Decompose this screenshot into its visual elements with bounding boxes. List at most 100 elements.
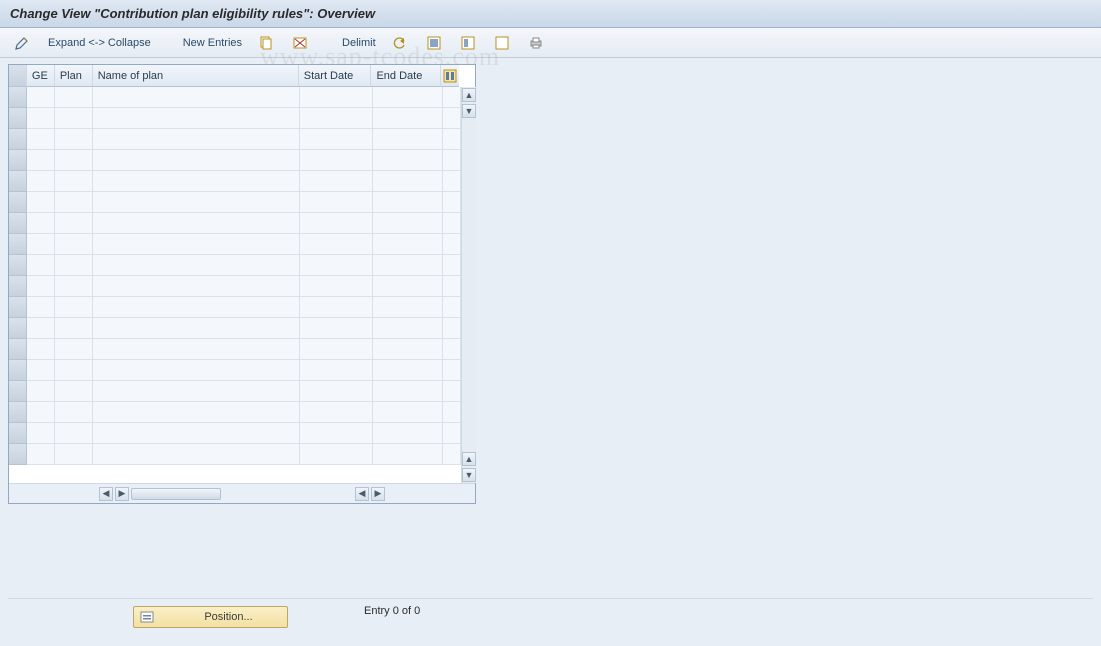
cell-start-date[interactable] [300,423,373,444]
select-block-button[interactable] [454,32,484,54]
cell-name[interactable] [93,171,300,192]
cell-end-date[interactable] [373,108,443,129]
cell-start-date[interactable] [300,318,373,339]
cell-plan[interactable] [55,129,93,150]
cell-end-date[interactable] [373,381,443,402]
cell-plan[interactable] [55,318,93,339]
cell-plan[interactable] [55,339,93,360]
row-selector[interactable] [9,171,27,192]
row-selector[interactable] [9,297,27,318]
deselect-all-button[interactable] [488,32,518,54]
cell-end-date[interactable] [373,234,443,255]
row-selector[interactable] [9,360,27,381]
table-row[interactable] [9,339,461,360]
cell-start-date[interactable] [300,234,373,255]
cell-end-date[interactable] [373,444,443,465]
cell-plan[interactable] [55,360,93,381]
cell-end-date[interactable] [373,87,443,108]
cell-ge[interactable] [27,444,55,465]
cell-name[interactable] [93,87,300,108]
cell-ge[interactable] [27,129,55,150]
row-selector[interactable] [9,339,27,360]
cell-ge[interactable] [27,381,55,402]
row-selector[interactable] [9,423,27,444]
cell-end-date[interactable] [373,171,443,192]
cell-plan[interactable] [55,255,93,276]
cell-ge[interactable] [27,360,55,381]
table-settings-button[interactable] [441,65,459,87]
print-button[interactable] [522,32,552,54]
cell-ge[interactable] [27,234,55,255]
scroll-left-page-button[interactable]: ◀ [355,487,369,501]
cell-end-date[interactable] [373,402,443,423]
cell-name[interactable] [93,276,300,297]
cell-end-date[interactable] [373,318,443,339]
column-header-name[interactable]: Name of plan [93,65,299,87]
cell-plan[interactable] [55,297,93,318]
cell-ge[interactable] [27,108,55,129]
row-selector-header[interactable] [9,65,27,87]
cell-start-date[interactable] [300,360,373,381]
cell-name[interactable] [93,381,300,402]
cell-name[interactable] [93,129,300,150]
cell-ge[interactable] [27,150,55,171]
cell-plan[interactable] [55,444,93,465]
cell-ge[interactable] [27,297,55,318]
cell-start-date[interactable] [300,213,373,234]
table-row[interactable] [9,108,461,129]
row-selector[interactable] [9,87,27,108]
cell-plan[interactable] [55,171,93,192]
scroll-left-button[interactable]: ◀ [99,487,113,501]
cell-ge[interactable] [27,171,55,192]
row-selector[interactable] [9,234,27,255]
scroll-right-page-button[interactable]: ▶ [371,487,385,501]
cell-end-date[interactable] [373,150,443,171]
cell-name[interactable] [93,297,300,318]
cell-ge[interactable] [27,213,55,234]
cell-ge[interactable] [27,87,55,108]
cell-start-date[interactable] [300,381,373,402]
cell-plan[interactable] [55,423,93,444]
cell-end-date[interactable] [373,297,443,318]
scroll-right-button[interactable]: ▶ [115,487,129,501]
cell-plan[interactable] [55,192,93,213]
select-all-button[interactable] [420,32,450,54]
expand-collapse-button[interactable]: Expand <-> Collapse [42,32,157,54]
row-selector[interactable] [9,150,27,171]
row-selector[interactable] [9,318,27,339]
cell-start-date[interactable] [300,108,373,129]
cell-end-date[interactable] [373,192,443,213]
table-row[interactable] [9,171,461,192]
table-row[interactable] [9,129,461,150]
cell-start-date[interactable] [300,150,373,171]
cell-ge[interactable] [27,339,55,360]
cell-start-date[interactable] [300,129,373,150]
row-selector[interactable] [9,192,27,213]
toggle-display-change-button[interactable] [8,32,38,54]
cell-name[interactable] [93,402,300,423]
cell-end-date[interactable] [373,423,443,444]
horizontal-scrollbar[interactable]: ◀ ▶ ◀ ▶ [9,487,475,501]
table-row[interactable] [9,402,461,423]
cell-ge[interactable] [27,276,55,297]
cell-plan[interactable] [55,87,93,108]
cell-name[interactable] [93,150,300,171]
new-entries-button[interactable]: New Entries [177,32,248,54]
cell-end-date[interactable] [373,339,443,360]
cell-name[interactable] [93,213,300,234]
cell-start-date[interactable] [300,402,373,423]
cell-name[interactable] [93,339,300,360]
cell-ge[interactable] [27,255,55,276]
cell-start-date[interactable] [300,276,373,297]
scroll-up-button[interactable]: ▲ [462,88,476,102]
cell-name[interactable] [93,192,300,213]
table-row[interactable] [9,234,461,255]
cell-start-date[interactable] [300,339,373,360]
cell-end-date[interactable] [373,360,443,381]
cell-name[interactable] [93,318,300,339]
cell-start-date[interactable] [300,171,373,192]
table-row[interactable] [9,87,461,108]
table-row[interactable] [9,150,461,171]
cell-end-date[interactable] [373,255,443,276]
cell-plan[interactable] [55,150,93,171]
